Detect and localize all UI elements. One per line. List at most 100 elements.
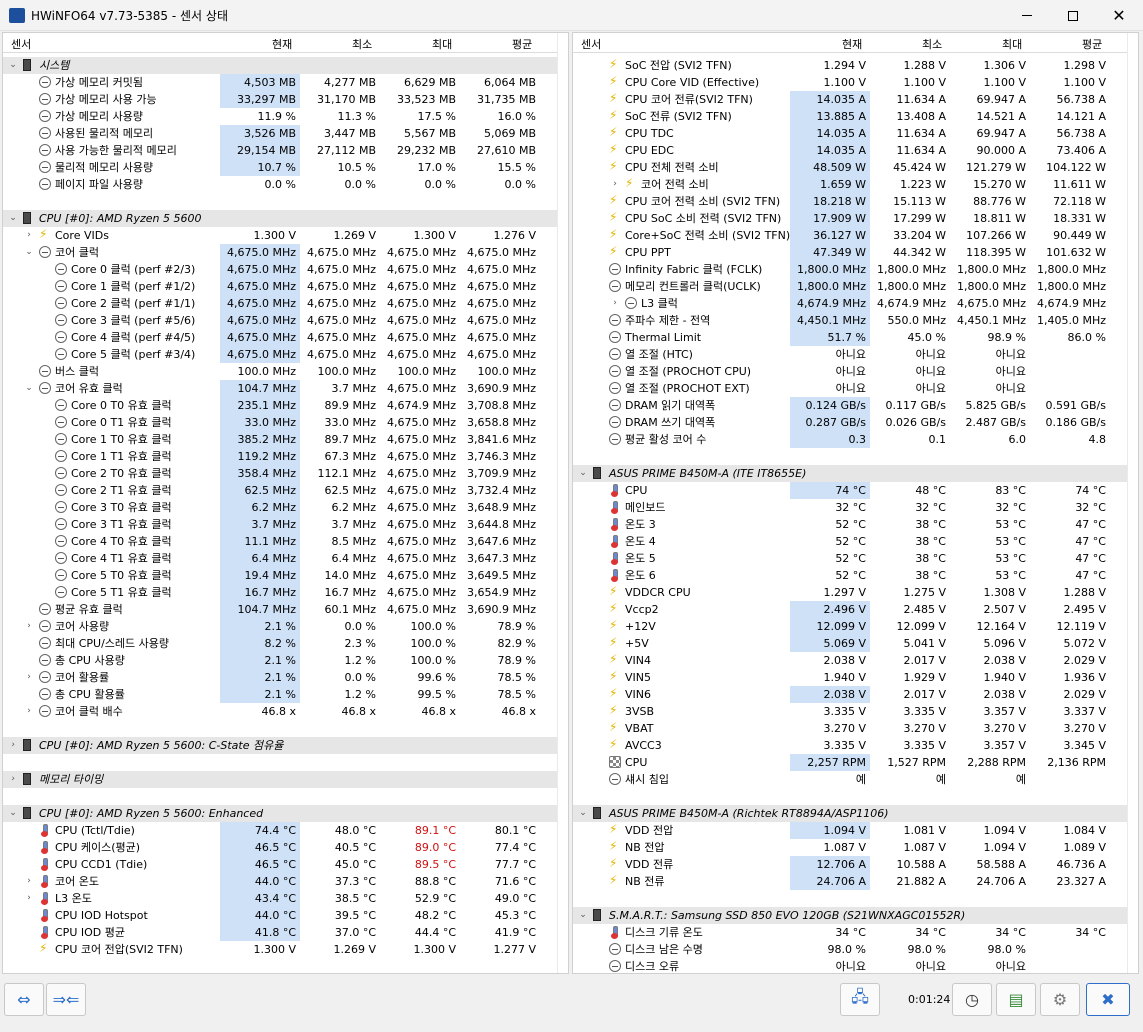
sensor-row[interactable]: 열 조절 (PROCHOT CPU) 아니요 아니요 아니요: [573, 363, 1128, 380]
collapse-chevron-icon[interactable]: ⌄: [8, 210, 18, 227]
sensor-row[interactable]: Core 3 클럭 (perf #5/6) 4,675.0 MHz 4,675.0 …: [3, 312, 558, 329]
sensor-row[interactable]: 섀시 침입 예 예 예: [573, 771, 1128, 788]
col-sensor[interactable]: 센서: [11, 36, 31, 52]
sensor-row[interactable]: CPU IOD Hotspot 44.0 °C 39.5 °C 48.2 °C 45.3…: [3, 907, 558, 924]
collapse-chevron-icon[interactable]: ⌄: [578, 805, 588, 822]
network-button[interactable]: 🖧: [840, 983, 880, 1016]
sensor-pane-left[interactable]: 센서 현재 최소 최대 평균 ⌄ 시스템 가상 메모리 커밋됨 4,503 MB 4,2…: [2, 32, 569, 974]
sensor-row[interactable]: 가상 메모리 사용량 11.9 % 11.3 % 17.5 % 16.0 %: [3, 108, 558, 125]
sensor-group-header[interactable]: › 메모리 타이밍: [3, 771, 558, 788]
sensor-row[interactable]: › L3 온도 43.4 °C 38.5 °C 52.9 °C 49.0 °C: [3, 890, 558, 907]
sensor-row[interactable]: 메인보드 32 °C 32 °C 32 °C 32 °C: [573, 499, 1128, 516]
sensor-row[interactable]: 총 CPU 활용률 2.1 % 1.2 % 99.5 % 78.5 %: [3, 686, 558, 703]
sensor-row[interactable]: Core 5 T0 유효 클럭 19.4 MHz 14.0 MHz 4,675.0 M…: [3, 567, 558, 584]
sensor-row[interactable]: 디스크 기류 온도 34 °C 34 °C 34 °C 34 °C: [573, 924, 1128, 941]
collapse-button[interactable]: ⇒⇐: [46, 983, 86, 1016]
sensor-row[interactable]: 가상 메모리 사용 가능 33,297 MB 31,170 MB 33,523 MB 3…: [3, 91, 558, 108]
collapse-chevron-icon[interactable]: ⌄: [24, 380, 34, 397]
sensor-row[interactable]: 메모리 컨트롤러 클럭(UCLK) 1,800.0 MHz 1,800.0 MHz 1…: [573, 278, 1128, 295]
sensor-group-header[interactable]: ⌄ ASUS PRIME B450M-A (Richtek RT8894A/ASP…: [573, 805, 1128, 822]
sensor-row[interactable]: Core 1 T1 유효 클럭 119.2 MHz 67.3 MHz 4,675.0 …: [3, 448, 558, 465]
sensor-row[interactable]: VIN4 2.038 V 2.017 V 2.038 V 2.029 V: [573, 651, 1128, 669]
sensor-group-header[interactable]: › CPU [#0]: AMD Ryzen 5 5600: C-State 점유율: [3, 737, 558, 754]
sensor-row[interactable]: DRAM 읽기 대역폭 0.124 GB/s 0.117 GB/s 5.825 GB/…: [573, 397, 1128, 414]
sensor-row[interactable]: 열 조절 (HTC) 아니요 아니요 아니요: [573, 346, 1128, 363]
settings-button[interactable]: ⚙: [1040, 983, 1080, 1016]
sensor-row[interactable]: Core 5 클럭 (perf #3/4) 4,675.0 MHz 4,675.0 …: [3, 346, 558, 363]
sensor-row[interactable]: Core 2 T0 유효 클럭 358.4 MHz 112.1 MHz 4,675.0…: [3, 465, 558, 482]
col-sensor[interactable]: 센서: [581, 36, 601, 52]
sensor-row[interactable]: VDD 전류 12.706 A 10.588 A 58.588 A 46.736 A: [573, 855, 1128, 873]
sensor-row[interactable]: VDD 전압 1.094 V 1.081 V 1.094 V 1.084 V: [573, 821, 1128, 839]
sensor-row[interactable]: CPU 코어 전압(SVI2 TFN) 1.300 V 1.269 V 1.300 V…: [3, 940, 558, 958]
log-button[interactable]: ▤: [996, 983, 1036, 1016]
sensor-row[interactable]: VBAT 3.270 V 3.270 V 3.270 V 3.270 V: [573, 719, 1128, 737]
sensor-row[interactable]: Core 2 T1 유효 클럭 62.5 MHz 62.5 MHz 4,675.0 M…: [3, 482, 558, 499]
sensor-row[interactable]: CPU 코어 전류(SVI2 TFN) 14.035 A 11.634 A 69.94…: [573, 90, 1128, 108]
expand-chevron-icon[interactable]: ›: [24, 703, 34, 720]
scrollbar[interactable]: [1127, 33, 1138, 973]
sensor-row[interactable]: 사용된 물리적 메모리 3,526 MB 3,447 MB 5,567 MB 5,069…: [3, 125, 558, 142]
sensor-row[interactable]: › 코어 사용량 2.1 % 0.0 % 100.0 % 78.9 %: [3, 618, 558, 635]
minimize-button[interactable]: [1004, 0, 1050, 31]
collapse-chevron-icon[interactable]: ⌄: [578, 465, 588, 482]
sensor-row[interactable]: NB 전류 24.706 A 21.882 A 24.706 A 23.327 A: [573, 872, 1128, 890]
close-button[interactable]: ✕: [1096, 0, 1142, 31]
sensor-row[interactable]: Core+SoC 전력 소비 (SVI2 TFN)36.127 W 33.204 …: [573, 226, 1128, 244]
sensor-row[interactable]: 온도 6 52 °C 38 °C 53 °C 47 °C: [573, 567, 1128, 584]
sensor-row[interactable]: DRAM 쓰기 대역폭 0.287 GB/s 0.026 GB/s 2.487 GB/…: [573, 414, 1128, 431]
sensor-row[interactable]: CPU 케이스(평균) 46.5 °C 40.5 °C 89.0 °C 77.4 °C: [3, 839, 558, 856]
col-min[interactable]: 최소: [352, 36, 372, 52]
sensor-row[interactable]: › L3 클럭 4,674.9 MHz 4,674.9 MHz 4,675.0 MHz 4…: [573, 295, 1128, 312]
expand-chevron-icon[interactable]: ›: [610, 176, 620, 193]
expand-chevron-icon[interactable]: ›: [24, 873, 34, 890]
expand-button[interactable]: ⇔: [4, 983, 44, 1016]
sensor-row[interactable]: Vccp2 2.496 V 2.485 V 2.507 V 2.495 V: [573, 600, 1128, 618]
sensor-row[interactable]: › 코어 활용률 2.1 % 0.0 % 99.6 % 78.5 %: [3, 669, 558, 686]
sensor-row[interactable]: › 코어 클럭 배수 46.8 x 46.8 x 46.8 x 46.8 x: [3, 703, 558, 720]
maximize-button[interactable]: [1050, 0, 1096, 31]
sensor-group-header[interactable]: ⌄ 시스템: [3, 57, 558, 74]
sensor-row[interactable]: Core 5 T1 유효 클럭 16.7 MHz 16.7 MHz 4,675.0 M…: [3, 584, 558, 601]
expand-chevron-icon[interactable]: ›: [24, 227, 34, 244]
sensor-pane-right[interactable]: 센서 현재 최소 최대 평균 SoC 전압 (SVI2 TFN) 1.294 V 1…: [572, 32, 1139, 974]
sensor-row[interactable]: AVCC3 3.335 V 3.335 V 3.357 V 3.345 V: [573, 736, 1128, 754]
sensor-row[interactable]: Core 4 T0 유효 클럭 11.1 MHz 8.5 MHz 4,675.0 MH…: [3, 533, 558, 550]
sensor-row[interactable]: CPU Core VID (Effective) 1.100 V 1.100 V 1.…: [573, 73, 1128, 91]
sensor-row[interactable]: NB 전압 1.087 V 1.087 V 1.094 V 1.089 V: [573, 838, 1128, 856]
sensor-row[interactable]: 물리적 메모리 사용량 10.7 % 10.5 % 17.0 % 15.5 %: [3, 159, 558, 176]
sensor-row[interactable]: +12V 12.099 V 12.099 V 12.164 V 12.119 V: [573, 617, 1128, 635]
sensor-row[interactable]: 디스크 남은 수명 98.0 % 98.0 % 98.0 %: [573, 941, 1128, 958]
sensor-row[interactable]: › 코어 온도 44.0 °C 37.3 °C 88.8 °C 71.6 °C: [3, 873, 558, 890]
sensor-group-header[interactable]: ⌄ CPU [#0]: AMD Ryzen 5 5600: Enhanced: [3, 805, 558, 822]
sensor-row[interactable]: Core 1 클럭 (perf #1/2) 4,675.0 MHz 4,675.0 …: [3, 278, 558, 295]
sensor-row[interactable]: 페이지 파일 사용량 0.0 % 0.0 % 0.0 % 0.0 %: [3, 176, 558, 193]
sensor-row[interactable]: › Core VIDs 1.300 V 1.269 V 1.300 V 1.276 V: [3, 226, 558, 244]
sensor-row[interactable]: SoC 전류 (SVI2 TFN) 13.885 A 13.408 A 14.521 …: [573, 107, 1128, 125]
sensor-row[interactable]: Core 1 T0 유효 클럭 385.2 MHz 89.7 MHz 4,675.0 …: [3, 431, 558, 448]
sensor-row[interactable]: VIN6 2.038 V 2.017 V 2.038 V 2.029 V: [573, 685, 1128, 703]
sensor-row[interactable]: Core 2 클럭 (perf #1/1) 4,675.0 MHz 4,675.0 …: [3, 295, 558, 312]
col-max[interactable]: 최대: [1002, 36, 1022, 52]
scrollbar[interactable]: [557, 33, 568, 973]
sensor-row[interactable]: 온도 4 52 °C 38 °C 53 °C 47 °C: [573, 533, 1128, 550]
expand-chevron-icon[interactable]: ›: [8, 737, 18, 754]
collapse-chevron-icon[interactable]: ⌄: [8, 57, 18, 74]
sensor-row[interactable]: ⌄ 코어 유효 클럭 104.7 MHz 3.7 MHz 4,675.0 MHz 3,69…: [3, 380, 558, 397]
sensor-group-header[interactable]: ⌄ CPU [#0]: AMD Ryzen 5 5600: [3, 210, 558, 227]
collapse-chevron-icon[interactable]: ⌄: [24, 244, 34, 261]
sensor-row[interactable]: 3VSB 3.335 V 3.335 V 3.357 V 3.337 V: [573, 702, 1128, 720]
col-avg[interactable]: 평균: [512, 36, 532, 52]
sensor-row[interactable]: Core 0 T1 유효 클럭 33.0 MHz 33.0 MHz 4,675.0 M…: [3, 414, 558, 431]
col-min[interactable]: 최소: [922, 36, 942, 52]
col-current[interactable]: 현재: [272, 36, 292, 52]
sensor-row[interactable]: › 코어 전력 소비 1.659 W 1.223 W 15.270 W 11.611 W: [573, 175, 1128, 193]
expand-chevron-icon[interactable]: ›: [24, 618, 34, 635]
sensor-row[interactable]: 온도 3 52 °C 38 °C 53 °C 47 °C: [573, 516, 1128, 533]
sensor-row[interactable]: CPU 2,257 RPM 1,527 RPM 2,288 RPM 2,136 RPM: [573, 754, 1128, 771]
collapse-chevron-icon[interactable]: ⌄: [578, 907, 588, 924]
sensor-row[interactable]: CPU SoC 소비 전력 (SVI2 TFN) 17.909 W 17.299 W…: [573, 209, 1128, 227]
sensor-row[interactable]: 버스 클럭 100.0 MHz 100.0 MHz 100.0 MHz 100.0 MH…: [3, 363, 558, 380]
sensor-row[interactable]: CPU (Tctl/Tdie) 74.4 °C 48.0 °C 89.1 °C 80.1…: [3, 822, 558, 839]
expand-chevron-icon[interactable]: ›: [610, 295, 620, 312]
